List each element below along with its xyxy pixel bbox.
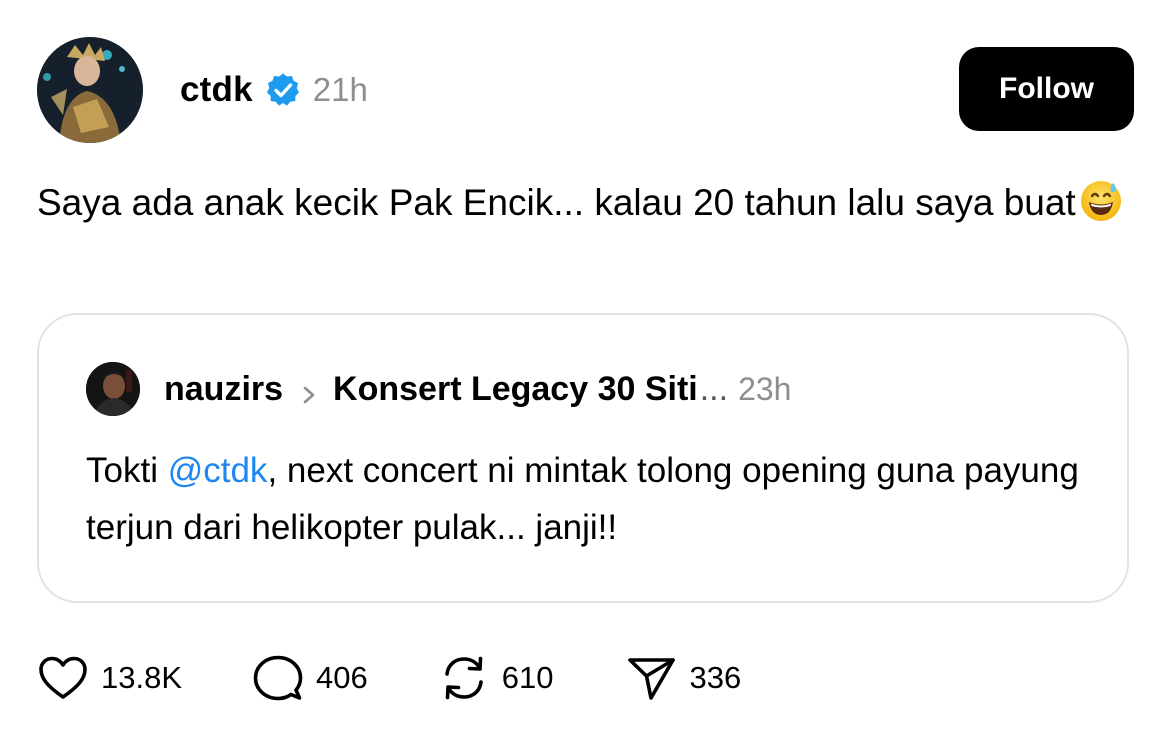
mention-link[interactable]: @ctdk — [168, 451, 268, 490]
reply-button[interactable]: 406 — [252, 652, 368, 704]
comment-icon — [252, 652, 304, 704]
quoted-avatar-image — [86, 362, 140, 416]
post-body: Saya ada anak kecik Pak Encik... kalau 2… — [37, 174, 1137, 231]
repost-count: 610 — [501, 660, 554, 695]
quoted-username[interactable]: nauzirs — [164, 370, 283, 409]
quoted-thread-title[interactable]: Konsert Legacy 30 Siti — [333, 370, 698, 409]
avatar-image — [37, 37, 143, 143]
quoted-post-card[interactable]: nauzirs Konsert Legacy 30 Siti... 23h To… — [37, 313, 1129, 603]
post-header: ctdk 21h — [180, 66, 368, 114]
verified-badge-icon — [265, 72, 301, 108]
reply-count: 406 — [316, 660, 368, 695]
quoted-body: Tokti @ctdk, next concert ni mintak tolo… — [86, 442, 1096, 556]
heart-icon — [37, 654, 89, 702]
share-count: 336 — [689, 660, 742, 695]
quoted-text-start: Tokti — [86, 451, 168, 490]
username[interactable]: ctdk — [180, 70, 253, 110]
repost-button[interactable]: 610 — [438, 652, 554, 704]
like-button[interactable]: 13.8K — [37, 654, 182, 702]
quoted-avatar[interactable] — [86, 362, 140, 416]
like-count: 13.8K — [101, 660, 183, 695]
chevron-right-icon — [299, 377, 319, 404]
quoted-timestamp: 23h — [738, 370, 792, 407]
grinning-face-with-sweat-icon — [1078, 177, 1124, 223]
send-icon — [625, 652, 677, 704]
post-text: Saya ada anak kecik Pak Encik... kalau 2… — [37, 182, 1076, 223]
quoted-title-ellipsis: ... — [699, 369, 729, 408]
avatar[interactable] — [37, 37, 143, 143]
share-button[interactable]: 336 — [625, 652, 741, 704]
repost-icon — [438, 652, 490, 704]
post-timestamp: 21h — [312, 71, 368, 108]
follow-button[interactable]: Follow — [959, 47, 1134, 131]
action-bar: 13.8K 406 610 336 — [37, 652, 741, 704]
quoted-header: nauzirs Konsert Legacy 30 Siti... 23h — [164, 365, 791, 413]
